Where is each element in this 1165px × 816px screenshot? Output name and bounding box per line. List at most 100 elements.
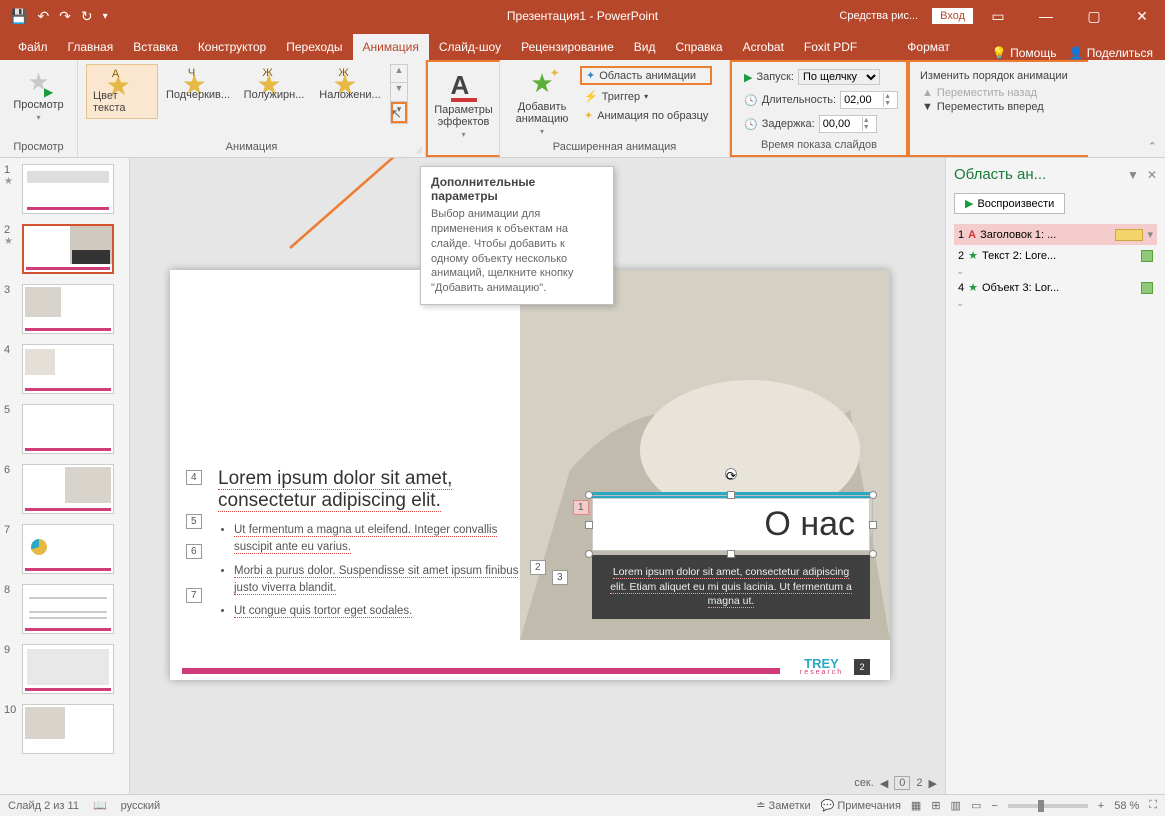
tab-home[interactable]: Главная	[58, 34, 124, 60]
animation-painter-button[interactable]: ✦ Анимация по образцу	[580, 108, 712, 123]
tab-slideshow[interactable]: Слайд-шоу	[429, 34, 511, 60]
thumb-2[interactable]	[22, 224, 114, 274]
anim-color-text[interactable]: ★A Цвет текста	[86, 64, 158, 119]
anim-overlay[interactable]: ★Ж Наложени...	[314, 64, 386, 105]
thumb-10[interactable]	[22, 704, 114, 754]
notes-button[interactable]: ≐ Заметки	[756, 799, 810, 812]
thumb-8[interactable]	[22, 584, 114, 634]
move-later-button[interactable]: ▼Переместить вперед	[918, 100, 1080, 114]
tab-acrobat[interactable]: Acrobat	[733, 34, 794, 60]
seek-prev-icon[interactable]: ◀	[880, 777, 888, 790]
seek-total: 2	[916, 777, 922, 789]
view-sorter-icon[interactable]: ⊞	[931, 799, 940, 812]
start-dropdown[interactable]: По щелчку	[798, 69, 880, 85]
redo-icon[interactable]: ↷	[59, 8, 71, 25]
maximize-icon[interactable]: ▢	[1071, 0, 1117, 32]
brand-sub: research	[800, 670, 843, 676]
delay-spinner[interactable]: ▲▼	[819, 115, 877, 133]
quick-access-toolbar: 💾 ↶ ↷ ↻ ▾	[0, 8, 118, 25]
duration-spinner[interactable]: ▲▼	[840, 91, 898, 109]
comments-button[interactable]: 💬 Примечания	[821, 799, 901, 812]
anim-tag-2[interactable]: 2	[530, 560, 546, 575]
anim-tag-7[interactable]: 7	[186, 588, 202, 603]
star-add-icon: ★ ✦	[530, 68, 553, 99]
anim-underline[interactable]: ★Ч Подчеркив...	[162, 64, 234, 105]
slide: Lorem ipsum dolor sit amet, consectetur …	[170, 270, 890, 680]
save-icon[interactable]: 💾	[10, 8, 27, 25]
view-reading-icon[interactable]: ▥	[951, 799, 961, 812]
anim-tag-1[interactable]: 1	[573, 500, 589, 515]
slide-thumbnails[interactable]: 1★ 2★ 3 4 5 6 7 8 9 10	[0, 158, 130, 794]
anim-item-3[interactable]: 4★Объект 3: Lor...	[954, 277, 1157, 298]
tab-format[interactable]: Формат	[897, 34, 960, 60]
collapse-ribbon-icon[interactable]: ⌃	[1148, 140, 1157, 153]
dialog-launcher-icon[interactable]: ◢	[415, 144, 422, 155]
anim-item-1[interactable]: 1AЗаголовок 1: ... ▾	[954, 224, 1157, 245]
tab-animations[interactable]: Анимация	[353, 34, 429, 60]
expand-icon[interactable]: ⌄	[954, 266, 1157, 277]
anim-tag-6[interactable]: 6	[186, 544, 202, 559]
drawing-tools-context[interactable]: Средства рис...	[833, 4, 924, 28]
pane-close-icon[interactable]: ✕	[1147, 168, 1157, 182]
seek-sec-label: сек.	[854, 777, 874, 789]
fit-icon[interactable]: ⛶	[1149, 799, 1157, 812]
ribbon-display-icon[interactable]: ▭	[975, 0, 1021, 32]
thumb-4[interactable]	[22, 344, 114, 394]
zoom-value[interactable]: 58 %	[1114, 800, 1139, 812]
spellcheck-icon[interactable]: 📖	[93, 799, 107, 812]
brand-name: TREY	[800, 658, 843, 670]
anim-tag-3[interactable]: 3	[552, 570, 568, 585]
effect-options-button[interactable]: A Параметры эффектов ▾	[426, 60, 500, 157]
tab-insert[interactable]: Вставка	[123, 34, 188, 60]
close-icon[interactable]: ✕	[1119, 0, 1165, 32]
play-button[interactable]: ▶Воспроизвести	[954, 193, 1065, 214]
tab-transitions[interactable]: Переходы	[276, 34, 352, 60]
about-title[interactable]: О нас	[607, 505, 855, 544]
tab-file[interactable]: Файл	[8, 34, 58, 60]
undo-icon[interactable]: ↶	[37, 8, 49, 25]
thumb-5[interactable]	[22, 404, 114, 454]
login-button[interactable]: Вход	[932, 8, 973, 24]
animation-pane-button[interactable]: ✦ Область анимации	[580, 66, 712, 85]
pane-title: Область ан...	[954, 166, 1046, 183]
card-text[interactable]: Lorem ipsum dolor sit amet, consectetur …	[610, 566, 852, 608]
add-animation-button[interactable]: ★ ✦ Добавить анимацию ▾	[508, 64, 576, 140]
anim-item-2[interactable]: 2★Текст 2: Lore...	[954, 245, 1157, 266]
thumb-1[interactable]	[22, 164, 114, 214]
minimize-icon[interactable]: —	[1023, 0, 1069, 32]
tab-help[interactable]: Справка	[665, 34, 732, 60]
language[interactable]: русский	[121, 800, 160, 812]
thumb-3[interactable]	[22, 284, 114, 334]
tab-foxit[interactable]: Foxit PDF	[794, 34, 867, 60]
qat-more-icon[interactable]: ▾	[103, 11, 108, 22]
gallery-down-icon[interactable]: ▼	[391, 83, 407, 101]
gallery-more-button[interactable]: ▾ ↖	[391, 102, 407, 123]
seek-next-icon[interactable]: ▶	[929, 777, 937, 790]
expand-icon[interactable]: ⌄	[954, 298, 1157, 309]
ribbon-tabs: Файл Главная Вставка Конструктор Переход…	[0, 32, 1165, 60]
lightning-icon: ⚡	[584, 90, 598, 103]
slide-canvas[interactable]: Lorem ipsum dolor sit amet, consectetur …	[130, 158, 945, 794]
anim-tag-4[interactable]: 4	[186, 470, 202, 485]
trigger-button[interactable]: ⚡ Триггер ▾	[580, 89, 712, 104]
tab-review[interactable]: Рецензирование	[511, 34, 624, 60]
thumb-7[interactable]	[22, 524, 114, 574]
animation-pane: Область ан... ▼ ✕ ▶Воспроизвести 1AЗагол…	[945, 158, 1165, 794]
help-tellme[interactable]: 💡 Помощь	[992, 46, 1057, 60]
anim-bold[interactable]: ★Ж Полужирн...	[238, 64, 310, 105]
tab-view[interactable]: Вид	[624, 34, 666, 60]
view-normal-icon[interactable]: ▦	[911, 799, 921, 812]
pane-dropdown-icon[interactable]: ▼	[1127, 168, 1139, 182]
view-slideshow-icon[interactable]: ▭	[971, 799, 981, 812]
zoom-slider[interactable]	[1008, 804, 1088, 808]
share-button[interactable]: 👤 Поделиться	[1068, 46, 1153, 60]
anim-tag-5[interactable]: 5	[186, 514, 202, 529]
preview-button[interactable]: ★ ▶ Просмотр ▾	[8, 64, 69, 126]
zoom-in-icon[interactable]: +	[1098, 800, 1104, 812]
restart-icon[interactable]: ↻	[81, 8, 93, 25]
tab-design[interactable]: Конструктор	[188, 34, 276, 60]
gallery-up-icon[interactable]: ▲	[391, 65, 407, 83]
zoom-out-icon[interactable]: −	[991, 800, 997, 812]
thumb-9[interactable]	[22, 644, 114, 694]
thumb-6[interactable]	[22, 464, 114, 514]
